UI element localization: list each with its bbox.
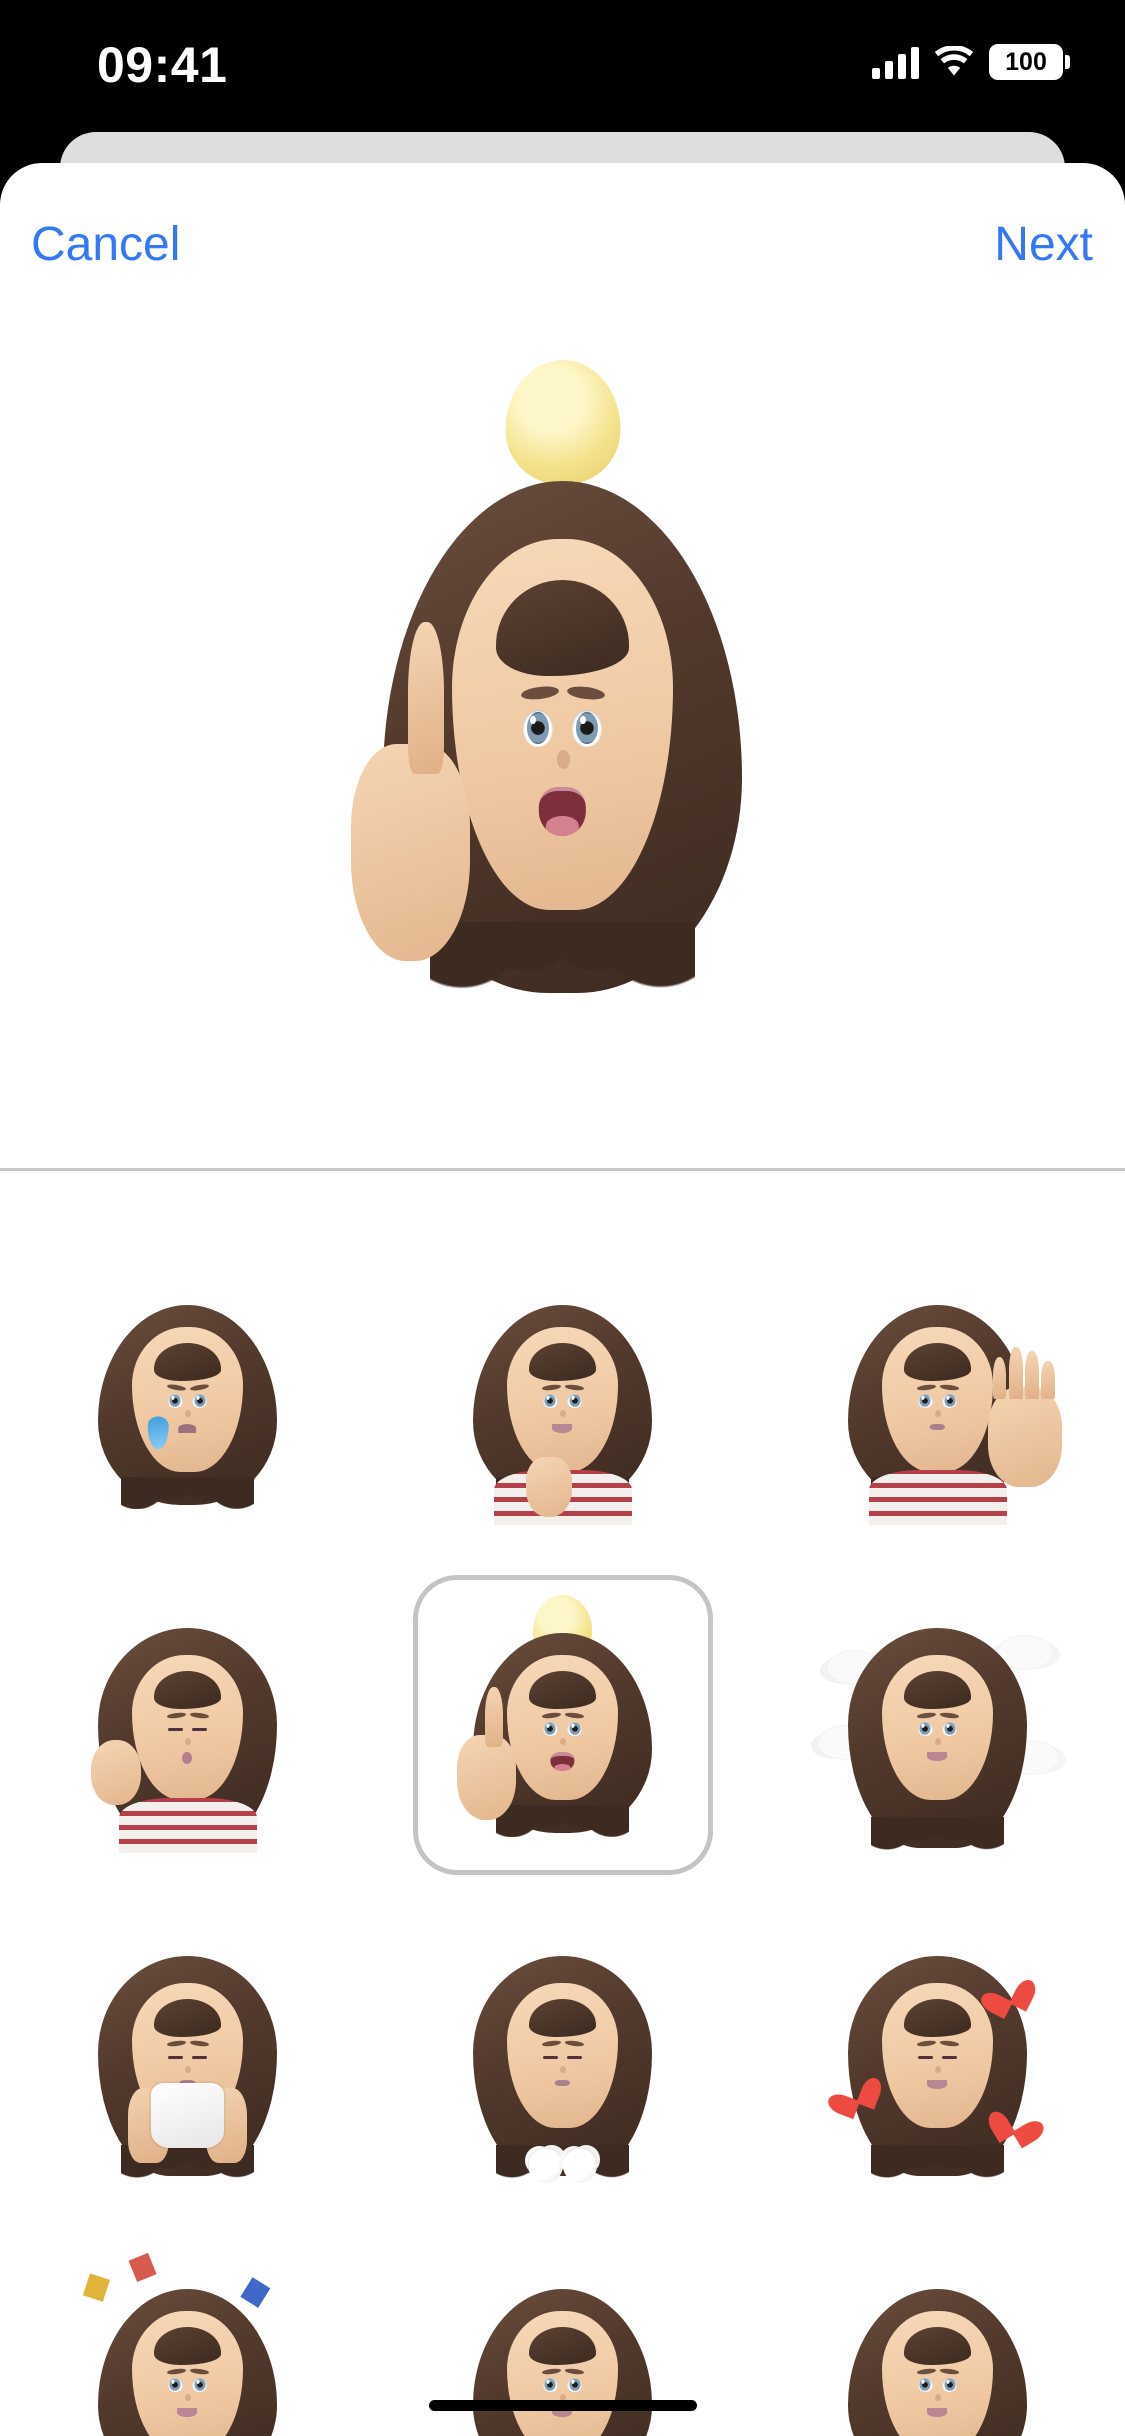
- memoji-art: [823, 1928, 1053, 2180]
- battery-icon: 100: [989, 44, 1070, 80]
- next-button[interactable]: Next: [994, 221, 1093, 269]
- open-palm-hand: [988, 1347, 1062, 1487]
- sticker-cell-sneezing-tissue[interactable]: [38, 1903, 338, 2203]
- memoji-art: [448, 1595, 678, 1850]
- sticker-cell-idea-lightbulb[interactable]: [412, 1575, 713, 1875]
- memoji-art: [73, 1600, 303, 1853]
- memoji-art: [817, 1600, 1060, 1852]
- steam-icon: [528, 2148, 563, 2183]
- memoji-art: [448, 1272, 678, 1525]
- memoji-art: [73, 1928, 303, 2180]
- wifi-icon: [933, 45, 975, 78]
- sticker-cell-party-confetti-left[interactable]: [38, 2231, 338, 2436]
- status-bar: 09:41 100: [0, 0, 1125, 132]
- status-bar-time: 09:41: [97, 37, 228, 93]
- confetti-icon: [128, 2252, 157, 2282]
- face: [507, 1983, 618, 2128]
- face: [507, 1655, 618, 1800]
- pointing-hand: [350, 621, 471, 962]
- face: [882, 1327, 993, 1472]
- striped-shirt: [868, 1469, 1007, 1525]
- confetti-icon: [83, 2273, 110, 2302]
- sticker-cell-finger-heart[interactable]: [413, 1247, 713, 1547]
- face: [452, 538, 673, 910]
- pointing-hand: [456, 1687, 517, 1820]
- memoji-art: [823, 1272, 1062, 1525]
- home-indicator[interactable]: [428, 2400, 697, 2411]
- sticker-cell-face-exhaling[interactable]: [413, 1903, 713, 2203]
- lightbulb-icon: [505, 359, 620, 484]
- memoji-art: [823, 2256, 1053, 2436]
- navigation-bar: Cancel Next: [0, 163, 1125, 278]
- signal-bars-icon: [872, 45, 919, 79]
- face: [882, 1983, 993, 2128]
- memoji-sticker-sheet: Cancel Next: [0, 163, 1125, 2436]
- face: [507, 2311, 618, 2436]
- memoji-art: [448, 1928, 678, 2183]
- tissue-icon: [150, 2083, 225, 2148]
- sticker-grid[interactable]: [0, 1171, 1125, 2436]
- face: [507, 1327, 618, 1472]
- face: [882, 2311, 993, 2436]
- face: [882, 1655, 993, 1800]
- status-bar-indicators: 100: [872, 44, 1070, 80]
- heart-icon: [996, 2099, 1038, 2141]
- face: [132, 2311, 243, 2436]
- sticker-cell-crying-face[interactable]: [38, 1247, 338, 1547]
- heart-icon: [986, 1969, 1030, 2013]
- face: [132, 1327, 243, 1472]
- finger-heart-hand: [525, 1457, 572, 1517]
- striped-shirt: [118, 1797, 257, 1853]
- sticker-cell-stop-hand[interactable]: [788, 1247, 1088, 1547]
- memoji-art: [73, 2252, 303, 2436]
- kiss-hand: [90, 1740, 142, 1805]
- cancel-button[interactable]: Cancel: [31, 221, 180, 269]
- confetti-icon: [240, 2277, 271, 2308]
- preview-area: [0, 278, 1125, 1168]
- memoji-preview[interactable]: [333, 359, 793, 1038]
- face: [132, 1655, 243, 1800]
- sticker-cell-smiling-hearts[interactable]: [788, 1903, 1088, 2203]
- steam-icon: [562, 2148, 597, 2183]
- sticker-cell-head-in-clouds[interactable]: [788, 1575, 1088, 1875]
- sticker-cell-partial-row-right[interactable]: [788, 2231, 1088, 2436]
- battery-level-label: 100: [1005, 47, 1047, 76]
- memoji-art: [73, 1272, 303, 1522]
- sticker-cell-blowing-kiss[interactable]: [38, 1575, 338, 1875]
